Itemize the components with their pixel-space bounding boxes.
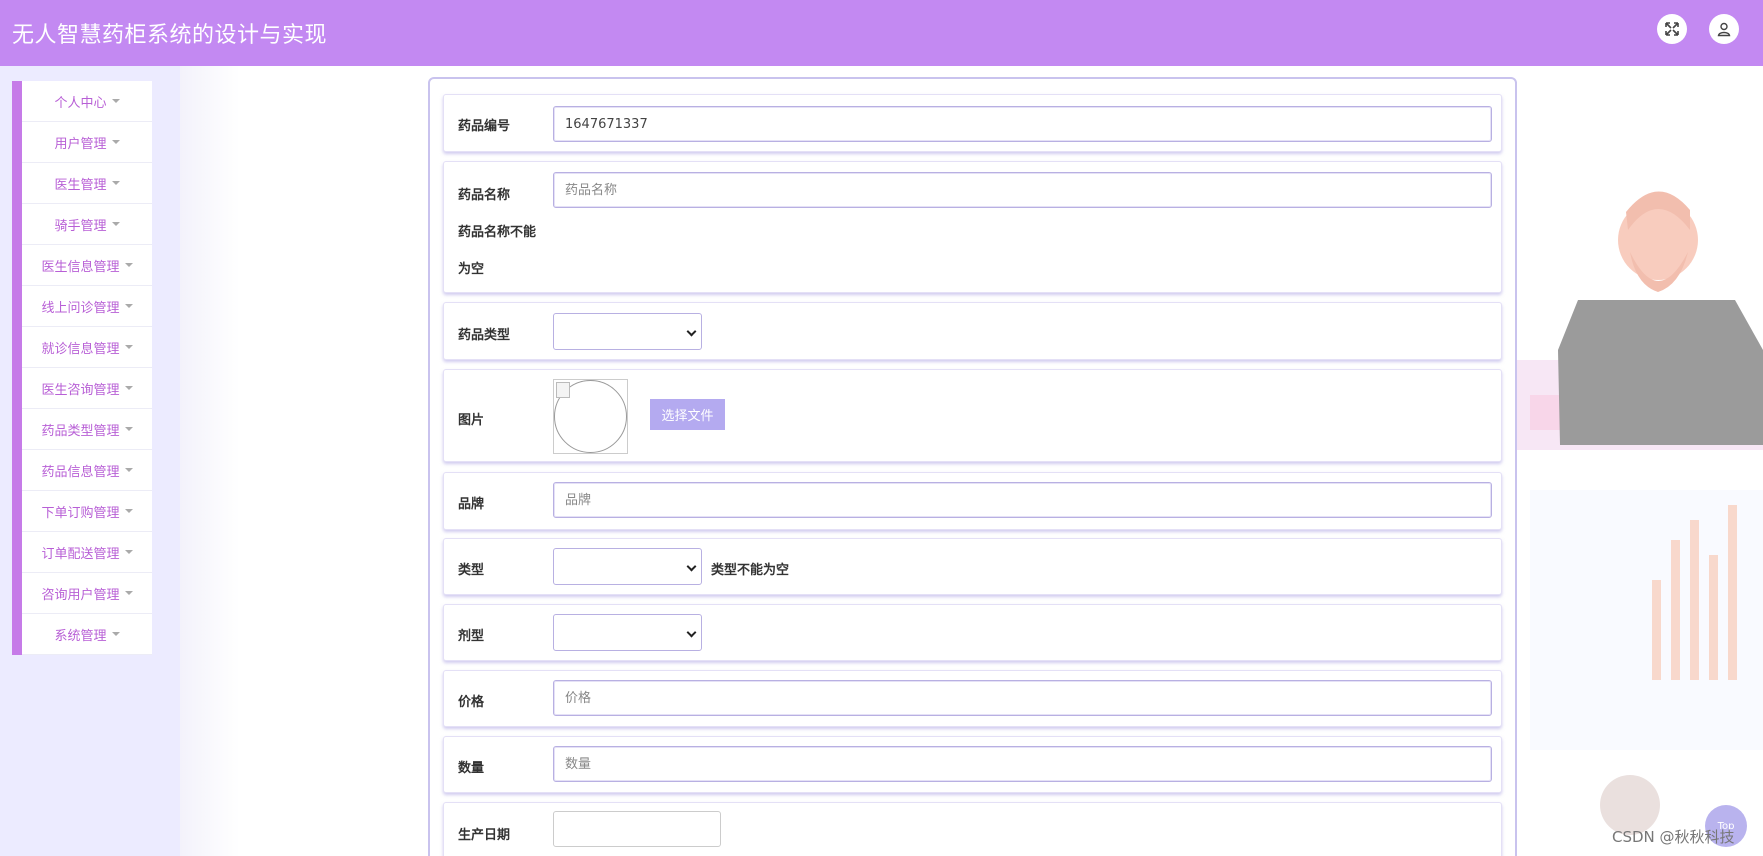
caret-down-icon [111,222,120,226]
caret-down-icon [111,632,120,636]
caret-down-icon [124,468,133,472]
caret-down-icon [124,263,133,267]
sidebar-item-drug-category[interactable]: 药品类型管理 [22,409,152,450]
caret-down-icon [111,181,120,185]
quantity-label: 数量 [458,761,485,776]
sidebar-item-label: 系统管理 [54,628,107,644]
production-date-input[interactable] [553,811,721,847]
sidebar-item-label: 医生咨询管理 [41,382,120,398]
caret-down-icon [124,386,133,390]
drug-name-input[interactable] [553,172,1492,208]
expand-icon [1665,22,1679,36]
drug-name-error-line2: 为空 [458,262,485,277]
image-preview [553,379,628,454]
form-row-quantity: 数量 [443,736,1502,793]
drug-name-error-line1: 药品名称不能 [458,225,537,240]
production-date-label: 生产日期 [458,828,511,843]
drug-category-label: 药品类型 [458,328,511,343]
type-error-text: 类型不能为空 [711,563,790,578]
type-select[interactable] [553,548,702,585]
sidebar-item-personal-center[interactable]: 个人中心 [22,81,152,122]
sidebar-item-label: 就诊信息管理 [41,341,120,357]
sidebar-item-label: 医生信息管理 [41,259,120,275]
caret-down-icon [124,427,133,431]
caret-down-icon [124,591,133,595]
caret-down-icon [111,99,120,103]
sidebar-item-label: 订单配送管理 [41,546,120,562]
sidebar-item-system[interactable]: 系统管理 [22,614,152,655]
caret-down-icon [124,550,133,554]
sidebar-item-doctor-consult[interactable]: 医生咨询管理 [22,368,152,409]
drug-name-label: 药品名称 [458,188,511,203]
fullscreen-button[interactable] [1657,14,1687,44]
sidebar-item-visit-info[interactable]: 就诊信息管理 [22,327,152,368]
sidebar-menu: 个人中心 用户管理 医生管理 骑手管理 医生信息管理 线上问诊管理 就诊信息管理… [12,81,152,655]
form-row-image: 图片 选择文件 [443,369,1502,462]
image-label: 图片 [458,413,485,428]
background-fade [180,66,240,856]
form-row-drug-code: 药品编号 [443,94,1502,152]
top-header: 无人智慧药柜系统的设计与实现 [0,0,1763,66]
caret-down-icon [124,345,133,349]
broken-image-icon [556,382,570,398]
user-menu-button[interactable] [1709,14,1739,44]
dosage-form-select[interactable] [553,614,702,651]
sidebar-item-orders[interactable]: 下单订购管理 [22,491,152,532]
choose-file-button[interactable]: 选择文件 [650,399,725,430]
drug-category-select[interactable] [553,313,702,350]
form-row-drug-category: 药品类型 [443,302,1502,360]
caret-down-icon [124,509,133,513]
sidebar-item-label: 用户管理 [54,136,107,152]
sidebar-item-doctors[interactable]: 医生管理 [22,163,152,204]
user-icon [1717,22,1731,37]
price-label: 价格 [458,695,485,710]
sidebar-item-doctor-info[interactable]: 医生信息管理 [22,245,152,286]
sidebar-item-label: 医生管理 [54,177,107,193]
quantity-input[interactable] [553,746,1492,782]
csdn-watermark: CSDN @秋秋科技 [1612,828,1735,846]
form-row-dosage-form: 剂型 [443,604,1502,661]
sidebar-item-drug-info[interactable]: 药品信息管理 [22,450,152,491]
drug-code-label: 药品编号 [458,119,511,134]
sidebar-item-online-consult[interactable]: 线上问诊管理 [22,286,152,327]
form-row-price: 价格 [443,670,1502,727]
sidebar-item-consult-users[interactable]: 咨询用户管理 [22,573,152,614]
caret-down-icon [124,304,133,308]
sidebar-item-label: 药品信息管理 [41,464,120,480]
sidebar-item-label: 咨询用户管理 [41,587,120,603]
sidebar-item-label: 骑手管理 [54,218,107,234]
brand-input[interactable] [553,482,1492,518]
sidebar-item-label: 个人中心 [54,95,107,111]
form-row-drug-name: 药品名称 药品名称不能 为空 [443,161,1502,293]
form-row-brand: 品牌 [443,472,1502,530]
sidebar-item-label: 药品类型管理 [41,423,120,439]
dosage-form-label: 剂型 [458,629,485,644]
form-row-production-date: 生产日期 [443,802,1502,856]
form-row-type: 类型 类型不能为空 [443,538,1502,595]
sidebar-item-label: 线上问诊管理 [41,300,120,316]
drug-code-input[interactable] [553,106,1492,142]
type-label: 类型 [458,563,485,578]
price-input[interactable] [553,680,1492,716]
app-title: 无人智慧药柜系统的设计与实现 [12,23,328,48]
brand-label: 品牌 [458,497,485,512]
sidebar-item-riders[interactable]: 骑手管理 [22,204,152,245]
caret-down-icon [111,140,120,144]
sidebar-item-label: 下单订购管理 [41,505,120,521]
sidebar-item-delivery[interactable]: 订单配送管理 [22,532,152,573]
sidebar-item-users[interactable]: 用户管理 [22,122,152,163]
